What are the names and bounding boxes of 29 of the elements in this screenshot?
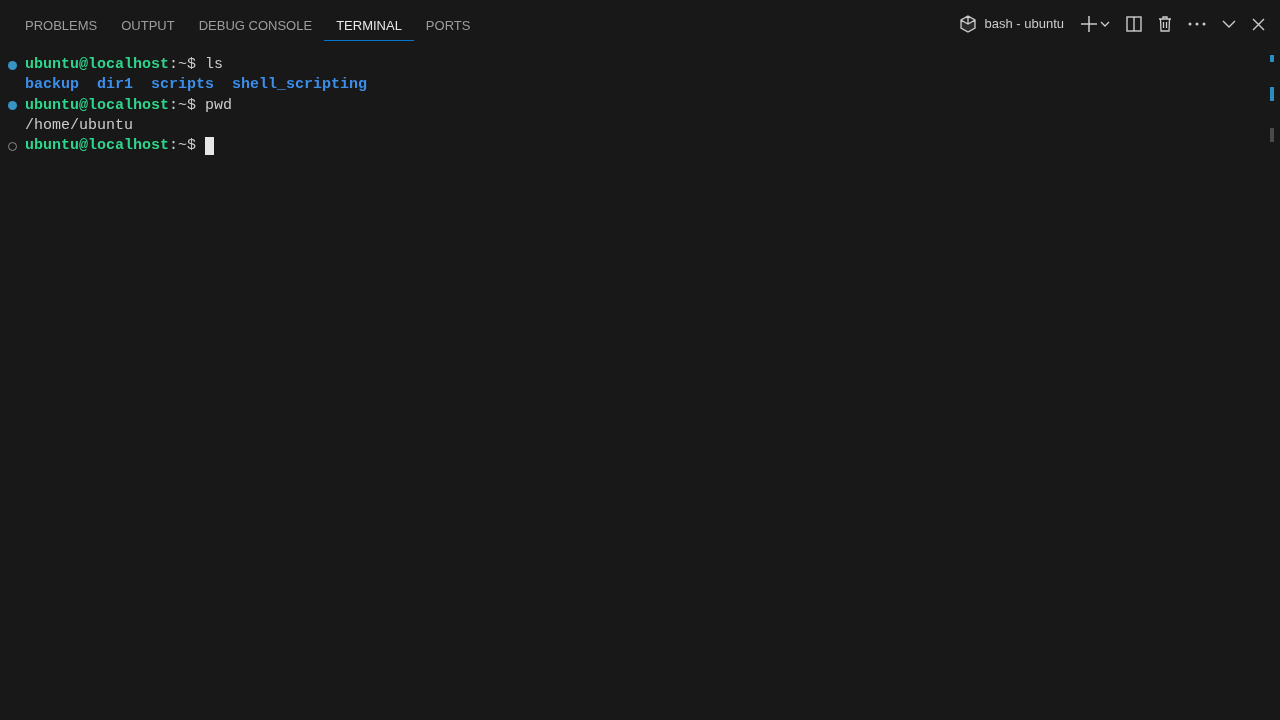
prompt-path: :~$: [169, 55, 197, 75]
command-text: pwd: [204, 95, 233, 116]
new-terminal-button[interactable]: [1080, 15, 1110, 33]
trash-icon[interactable]: [1158, 16, 1172, 32]
scroll-thumb[interactable]: [1270, 128, 1274, 142]
prompt-path: :~$: [169, 136, 197, 157]
prompt-user-host: ubuntu@localhost: [25, 95, 170, 116]
more-icon[interactable]: [1188, 22, 1206, 26]
prompt-path: :~$: [169, 95, 197, 116]
scroll-marker: [1270, 55, 1274, 62]
split-terminal-icon[interactable]: [1126, 16, 1142, 32]
directory-name: scripts: [151, 75, 215, 96]
cube-icon: [960, 15, 977, 33]
output-text: /home/ubuntu: [25, 115, 134, 136]
terminal-name[interactable]: bash - ubuntu: [984, 14, 1064, 34]
panel-tab[interactable]: OUTPUT: [109, 11, 187, 41]
close-icon[interactable]: [1252, 17, 1265, 31]
panel-tab[interactable]: PROBLEMS: [13, 11, 110, 41]
prompt-user-host: ubuntu@localhost: [25, 136, 170, 157]
scroll-marker: [1270, 87, 1274, 101]
command-text: ls: [204, 55, 224, 75]
panel-tab[interactable]: PORTS: [413, 11, 483, 41]
directory-name: dir1: [97, 75, 134, 96]
prompt-user-host: ubuntu@localhost: [25, 55, 170, 75]
directory-name: shell_scripting: [232, 75, 368, 96]
chevron-down-icon[interactable]: [1222, 20, 1236, 28]
panel-tab[interactable]: DEBUG CONSOLE: [186, 11, 325, 41]
panel-tab[interactable]: TERMINAL: [324, 11, 414, 41]
directory-name: backup: [25, 75, 79, 96]
